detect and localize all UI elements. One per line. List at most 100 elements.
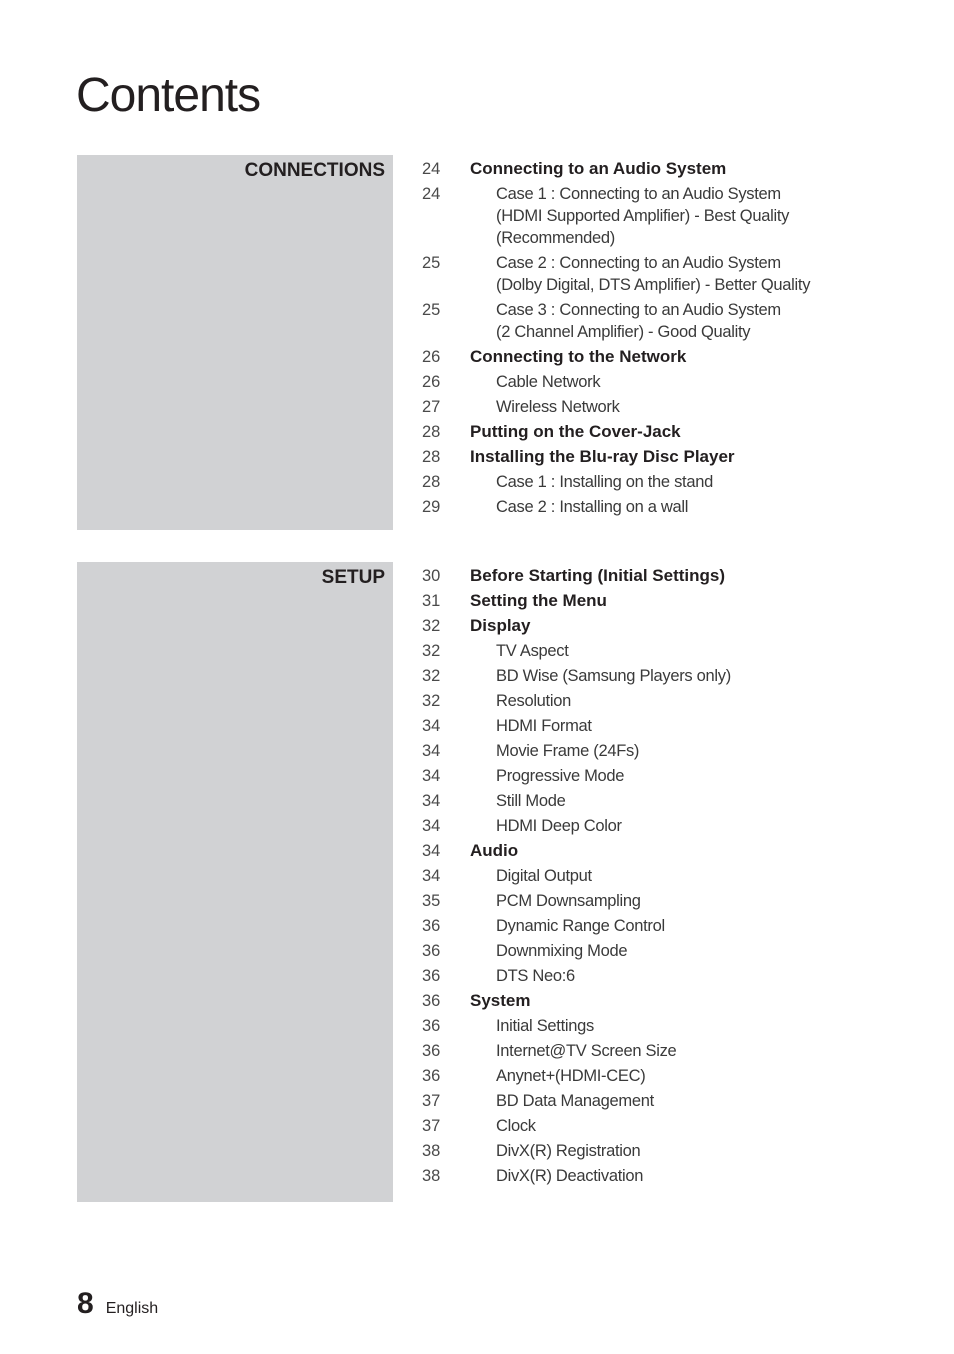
toc-entry-subitem[interactable]: 34 Progressive Mode bbox=[422, 765, 922, 787]
toc-entry-heading[interactable]: 31 Setting the Menu bbox=[422, 590, 922, 612]
toc-entry-title-line: Before Starting (Initial Settings) bbox=[470, 566, 726, 585]
toc-entry-title: Downmixing Mode bbox=[470, 940, 628, 962]
toc-entry-title-line: PCM Downsampling bbox=[496, 892, 641, 910]
toc-entry-title: Initial Settings bbox=[470, 1015, 594, 1037]
toc-entry-heading[interactable]: 30 Before Starting (Initial Settings) bbox=[422, 565, 922, 587]
toc-entry-subitem[interactable]: 36 Downmixing Mode bbox=[422, 940, 922, 962]
toc-entry-title-line: Case 3 : Connecting to an Audio System bbox=[496, 301, 781, 319]
toc-entry-subitem[interactable]: 36 Internet@TV Screen Size bbox=[422, 1040, 922, 1062]
section-label: SETUP bbox=[321, 567, 385, 588]
toc-entry-title-line: Connecting to the Network bbox=[470, 347, 687, 366]
toc-entry-subitem[interactable]: 24 Case 1 : Connecting to an Audio System… bbox=[422, 183, 922, 249]
toc-entry-title-line: Display bbox=[470, 616, 531, 635]
toc-page-number: 28 bbox=[422, 473, 441, 491]
toc-entry-title: PCM Downsampling bbox=[470, 890, 641, 912]
toc-entry-heading[interactable]: 28 Installing the Blu-ray Disc Player bbox=[422, 446, 922, 468]
toc-entry-title: BD Wise (Samsung Players only) bbox=[470, 665, 731, 687]
toc-entry-subitem[interactable]: 32 Resolution bbox=[422, 690, 922, 712]
toc-entry-title: HDMI Deep Color bbox=[470, 815, 622, 837]
toc-entry-title-line: DTS Neo:6 bbox=[496, 967, 575, 985]
toc-page-number: 37 bbox=[422, 1117, 441, 1135]
toc-entry-subitem[interactable]: 34 HDMI Format bbox=[422, 715, 922, 737]
toc-entry-title: Connecting to an Audio System bbox=[470, 158, 726, 180]
toc-entry-subitem[interactable]: 34 Still Mode bbox=[422, 790, 922, 812]
toc-page-number: 38 bbox=[422, 1142, 441, 1160]
toc-page-number: 30 bbox=[422, 567, 441, 585]
toc-page-number: 36 bbox=[422, 917, 441, 935]
toc-entry-subitem[interactable]: 36 DTS Neo:6 bbox=[422, 965, 922, 987]
toc-entry-title: Audio bbox=[470, 840, 518, 862]
toc-entry-subitem[interactable]: 37 BD Data Management bbox=[422, 1090, 922, 1112]
toc-entry-subitem[interactable]: 34 Movie Frame (24Fs) bbox=[422, 740, 922, 762]
toc-page-number: 26 bbox=[422, 373, 441, 391]
toc-page-number: 36 bbox=[422, 1042, 441, 1060]
toc-entry-heading[interactable]: 32 Display bbox=[422, 615, 922, 637]
toc-entry-title-line: Case 2 : Installing on a wall bbox=[496, 498, 689, 516]
toc-entry-title: Installing the Blu-ray Disc Player bbox=[470, 446, 735, 468]
toc-entry-heading[interactable]: 34 Audio bbox=[422, 840, 922, 862]
toc-page-number: 37 bbox=[422, 1092, 441, 1110]
toc-entry-heading[interactable]: 28 Putting on the Cover-Jack bbox=[422, 421, 922, 443]
toc-entry-title: Still Mode bbox=[470, 790, 566, 812]
toc-entry-heading[interactable]: 24 Connecting to an Audio System bbox=[422, 158, 922, 180]
section-connections: CONNECTIONS 24 Connecting to an Audio Sys… bbox=[77, 155, 954, 530]
toc-entry-heading[interactable]: 36 System bbox=[422, 990, 922, 1012]
toc-entry-title-line: DivX(R) Registration bbox=[496, 1142, 641, 1160]
toc-entry-subitem[interactable]: 36 Initial Settings bbox=[422, 1015, 922, 1037]
toc-entry-title: Cable Network bbox=[470, 371, 601, 393]
toc-entry-title: Digital Output bbox=[470, 865, 592, 887]
toc-entry-subitem[interactable]: 26 Cable Network bbox=[422, 371, 922, 393]
toc-page-number: 36 bbox=[422, 992, 441, 1010]
toc-entry-subitem[interactable]: 36 Anynet+(HDMI-CEC) bbox=[422, 1065, 922, 1087]
toc-entry-subitem[interactable]: 38 DivX(R) Registration bbox=[422, 1140, 922, 1162]
toc-entry-title: Resolution bbox=[470, 690, 571, 712]
toc-entry-subitem[interactable]: 28 Case 1 : Installing on the stand bbox=[422, 471, 922, 493]
toc-entry-title: Case 2 : Installing on a wall bbox=[470, 496, 688, 518]
toc-entry-subitem[interactable]: 32 TV Aspect bbox=[422, 640, 922, 662]
toc-page-number: 26 bbox=[422, 348, 441, 366]
toc-page-number: 34 bbox=[422, 842, 441, 860]
toc-entry-title-line: Progressive Mode bbox=[496, 767, 625, 785]
toc-entry-title-line: BD Wise (Samsung Players only) bbox=[496, 667, 731, 685]
toc-entry-title: DivX(R) Registration bbox=[470, 1140, 641, 1162]
toc-entry-list: 30 Before Starting (Initial Settings) 31 Se… bbox=[422, 565, 922, 1190]
toc-entry-title-line: HDMI Deep Color bbox=[496, 817, 622, 835]
toc-page-number: 24 bbox=[422, 160, 441, 178]
toc-entry-title-line: Anynet+(HDMI-CEC) bbox=[496, 1067, 646, 1085]
toc-entry-subitem[interactable]: 27 Wireless Network bbox=[422, 396, 922, 418]
toc-entry-title-line: Audio bbox=[470, 841, 519, 860]
toc-page-number: 38 bbox=[422, 1167, 441, 1185]
toc-entry-subitem[interactable]: 34 Digital Output bbox=[422, 865, 922, 887]
toc-entry-title: Case 1 : Installing on the stand bbox=[470, 471, 713, 493]
toc-entry-subitem[interactable]: 29 Case 2 : Installing on a wall bbox=[422, 496, 922, 518]
toc-entry-title-line: Case 1 : Installing on the stand bbox=[496, 473, 713, 491]
toc-entry-heading[interactable]: 26 Connecting to the Network bbox=[422, 346, 922, 368]
toc-page-number: 34 bbox=[422, 767, 441, 785]
section-label: CONNECTIONS bbox=[244, 160, 385, 181]
toc-entry-subitem[interactable]: 38 DivX(R) Deactivation bbox=[422, 1165, 922, 1187]
toc-page-number: 25 bbox=[422, 301, 441, 319]
toc-entry-title: Internet@TV Screen Size bbox=[470, 1040, 677, 1062]
toc-entry-title: Putting on the Cover-Jack bbox=[470, 421, 681, 443]
toc-entry-title-line: (HDMI Supported Amplifier) - Best Qualit… bbox=[496, 207, 790, 225]
toc-page-number: 28 bbox=[422, 423, 441, 441]
toc-entry-title: Setting the Menu bbox=[470, 590, 607, 612]
toc-entry-title: Case 1 : Connecting to an Audio System (H… bbox=[470, 183, 789, 249]
section-label-box: CONNECTIONS bbox=[77, 155, 393, 530]
toc-entry-subitem[interactable]: 37 Clock bbox=[422, 1115, 922, 1137]
toc-entry-subitem[interactable]: 36 Dynamic Range Control bbox=[422, 915, 922, 937]
toc-entry-subitem[interactable]: 32 BD Wise (Samsung Players only) bbox=[422, 665, 922, 687]
toc-entry-title: TV Aspect bbox=[470, 640, 569, 662]
toc-entry-subitem[interactable]: 25 Case 3 : Connecting to an Audio System… bbox=[422, 299, 922, 343]
toc-entry-title: Before Starting (Initial Settings) bbox=[470, 565, 725, 587]
toc-entry-title: Wireless Network bbox=[470, 396, 620, 418]
toc-entry-title: Clock bbox=[470, 1115, 536, 1137]
toc-entry-subitem[interactable]: 25 Case 2 : Connecting to an Audio System… bbox=[422, 252, 922, 296]
toc-page-number: 36 bbox=[422, 1067, 441, 1085]
toc-entry-title-line: Case 2 : Connecting to an Audio System bbox=[496, 254, 781, 272]
toc-page-number: 24 bbox=[422, 185, 441, 203]
toc-entry-subitem[interactable]: 35 PCM Downsampling bbox=[422, 890, 922, 912]
toc-entry-subitem[interactable]: 34 HDMI Deep Color bbox=[422, 815, 922, 837]
toc-entry-title-line: Movie Frame (24Fs) bbox=[496, 742, 640, 760]
toc-entry-title-line: (Recommended) bbox=[496, 229, 615, 247]
